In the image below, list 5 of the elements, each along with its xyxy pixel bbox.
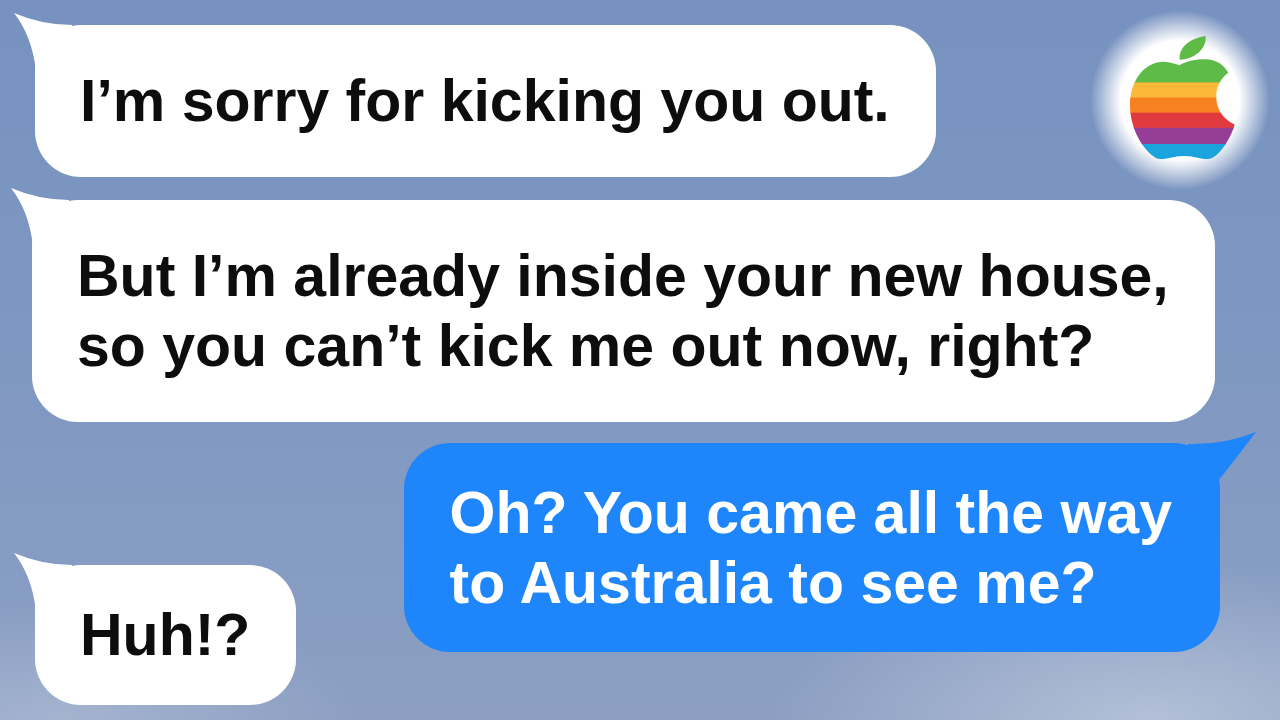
message-text: Huh!? — [80, 601, 251, 670]
striped-apple-icon — [1090, 10, 1270, 190]
message-text: But I’m already inside your new house, so you can’t kick me out now, right? — [77, 242, 1169, 381]
message-text: I’m sorry for kicking you out. — [80, 67, 890, 136]
message-text: Oh? You came all the way to Australia to see me? — [449, 479, 1172, 618]
